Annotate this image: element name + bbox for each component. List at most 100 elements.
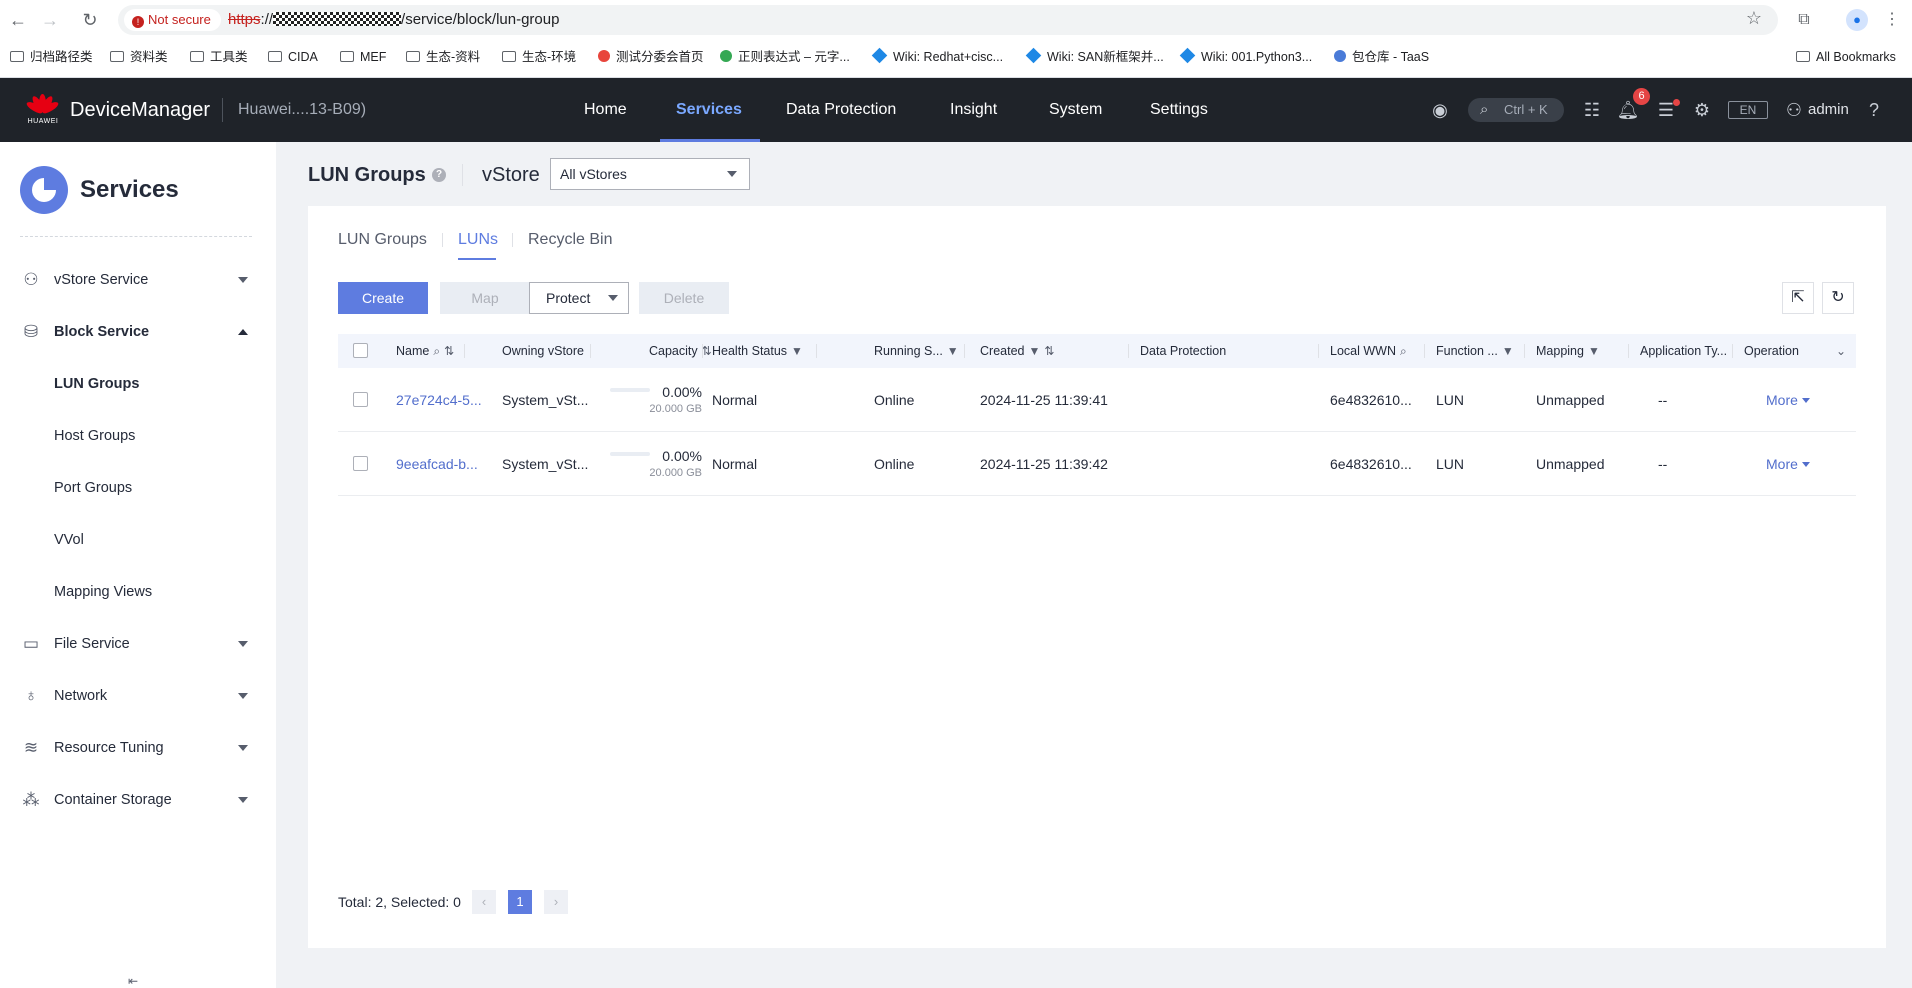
bookmark-link[interactable]: 正则表达式 – 元字... xyxy=(720,47,850,67)
sidebar-item-vvol[interactable]: VVol xyxy=(54,520,84,560)
sidebar-item-file-service[interactable]: ▭ File Service xyxy=(0,624,276,664)
sidebar-item-resource-tuning[interactable]: ≋ Resource Tuning xyxy=(0,728,276,768)
bookmark-folder[interactable]: 工具类 xyxy=(190,47,248,67)
sort-icon[interactable]: ⇅ xyxy=(702,344,712,358)
lun-name-link[interactable]: 9eeafcad-b... xyxy=(396,432,478,496)
select-all-checkbox[interactable] xyxy=(353,343,368,358)
collapse-sidebar-icon[interactable]: ⇤ xyxy=(128,974,138,988)
bookmark-link[interactable]: 测试分委会首页 xyxy=(598,47,704,67)
warning-icon: ! xyxy=(132,16,144,28)
protect-dropdown[interactable]: Protect xyxy=(529,282,629,314)
tab-luns[interactable]: LUNs xyxy=(458,228,498,252)
page-title: LUN Groups xyxy=(308,164,426,186)
filter-icon[interactable]: ▼ xyxy=(1588,344,1600,358)
bookmark-folder[interactable]: 资料类 xyxy=(110,47,168,67)
col-health-status[interactable]: Health Status ▼ xyxy=(712,334,803,368)
col-created[interactable]: Created ▼ ⇅ xyxy=(980,334,1054,368)
column-settings-icon[interactable]: ⌄ xyxy=(1836,334,1846,368)
refresh-icon[interactable]: ↻ xyxy=(1822,282,1854,314)
row-checkbox[interactable] xyxy=(353,392,368,407)
url-text[interactable]: https:///service/block/lun-group xyxy=(228,5,559,35)
menu-dots-icon[interactable]: ⋮ xyxy=(1880,8,1904,32)
tab-active-indicator xyxy=(458,258,496,260)
nav-home[interactable]: Home xyxy=(584,78,627,142)
language-switch[interactable]: EN xyxy=(1728,101,1768,119)
export-icon[interactable]: ⇱ xyxy=(1782,282,1814,314)
sidebar-item-network[interactable]: ♁ Network xyxy=(0,676,276,716)
sidebar-item-mapping-views[interactable]: Mapping Views xyxy=(54,572,152,612)
sidebar-item-vstore-service[interactable]: ⚇ vStore Service xyxy=(0,260,276,300)
bookmark-folder[interactable]: 生态-环境 xyxy=(502,47,576,67)
help-icon[interactable]: ? xyxy=(432,168,446,182)
filter-icon[interactable]: ▼ xyxy=(947,344,959,358)
filter-icon[interactable]: ▼ xyxy=(1502,344,1514,358)
search-icon: ⌕ xyxy=(1480,101,1489,118)
more-menu[interactable]: More xyxy=(1766,368,1810,432)
filter-icon[interactable]: ▼ xyxy=(791,344,803,358)
bookmark-folder[interactable]: CIDA xyxy=(268,47,318,67)
col-data-protection: Data Protection xyxy=(1140,344,1227,358)
sidebar-item-host-groups[interactable]: Host Groups xyxy=(54,416,135,456)
nav-services[interactable]: Services xyxy=(676,78,742,142)
sidebar-item-lun-groups[interactable]: LUN Groups xyxy=(54,364,139,404)
tab-recycle-bin[interactable]: Recycle Bin xyxy=(528,228,612,252)
nav-data-protection[interactable]: Data Protection xyxy=(786,78,896,142)
total-count: Total: 2, Selected: 0 xyxy=(338,894,461,910)
prev-page-icon[interactable]: ‹ xyxy=(472,890,496,914)
global-search[interactable]: ⌕ Ctrl + K xyxy=(1468,98,1564,122)
notification-badge: 6 xyxy=(1633,88,1650,105)
profile-avatar-icon[interactable]: ● xyxy=(1846,9,1868,31)
bookmark-folder[interactable]: MEF xyxy=(340,47,386,67)
forward-icon[interactable]: → xyxy=(38,8,62,32)
device-name[interactable]: Huawei....13-B09) xyxy=(238,78,366,142)
sidebar-item-container-storage[interactable]: ⁂ Container Storage xyxy=(0,780,276,820)
nav-insight[interactable]: Insight xyxy=(950,78,997,142)
bookmark-link[interactable]: 包仓库 - TaaS xyxy=(1334,47,1429,67)
col-mapping[interactable]: Mapping ▼ xyxy=(1536,334,1600,368)
gear-icon[interactable]: ⚙ xyxy=(1690,98,1714,122)
lun-name-link[interactable]: 27e724c4-5... xyxy=(396,368,482,432)
bookmark-folder[interactable]: 归档路径类 xyxy=(10,47,93,67)
sidebar-item-port-groups[interactable]: Port Groups xyxy=(54,468,132,508)
back-icon[interactable]: ← xyxy=(6,8,30,32)
filter-icon[interactable]: ▼ xyxy=(1028,344,1040,358)
bookmark-link[interactable]: Wiki: SAN新框架并... xyxy=(1025,47,1164,67)
sort-icon[interactable]: ⇅ xyxy=(444,344,454,358)
not-secure-chip[interactable]: ! Not secure xyxy=(124,9,221,31)
assistant-icon[interactable]: ◉ xyxy=(1428,98,1452,122)
reload-icon[interactable]: ↻ xyxy=(78,8,102,32)
vstore-select[interactable]: All vStores xyxy=(550,158,750,190)
table-row[interactable]: 9eeafcad-b... System_vSt... 0.00% 20.000… xyxy=(338,432,1856,496)
nav-settings[interactable]: Settings xyxy=(1150,78,1208,142)
huawei-logo[interactable]: HUAWEI xyxy=(22,90,64,128)
user-name[interactable]: admin xyxy=(1808,78,1849,142)
col-name[interactable]: Name ⌕ ⇅ xyxy=(396,334,454,368)
function-type: LUN xyxy=(1436,392,1465,408)
col-running-status[interactable]: Running S... ▼ xyxy=(874,334,959,368)
create-button[interactable]: Create xyxy=(338,282,428,314)
map-button[interactable]: Map xyxy=(440,282,530,314)
bookmark-link[interactable]: Wiki: Redhat+cisc... xyxy=(871,47,1003,67)
tab-lun-groups[interactable]: LUN Groups xyxy=(338,228,427,252)
col-local-wwn[interactable]: Local WWN ⌕ xyxy=(1330,334,1407,368)
sidebar-item-block-service[interactable]: ⛁ Block Service xyxy=(0,312,276,352)
table-row[interactable]: 27e724c4-5... System_vSt... 0.00% 20.000… xyxy=(338,368,1856,432)
task-icon[interactable]: ☷ xyxy=(1580,98,1604,122)
extensions-icon[interactable]: ⧉ xyxy=(1792,8,1816,32)
search-icon[interactable]: ⌕ xyxy=(433,344,440,358)
bookmark-star-icon[interactable]: ☆ xyxy=(1746,8,1762,29)
search-icon[interactable]: ⌕ xyxy=(1400,344,1407,358)
page-number[interactable]: 1 xyxy=(508,890,532,914)
delete-button[interactable]: Delete xyxy=(639,282,729,314)
bookmark-link[interactable]: Wiki: 001.Python3... xyxy=(1179,47,1312,67)
bookmark-folder[interactable]: 生态-资料 xyxy=(406,47,480,67)
next-page-icon[interactable]: › xyxy=(544,890,568,914)
more-menu[interactable]: More xyxy=(1766,432,1810,496)
row-checkbox[interactable] xyxy=(353,456,368,471)
nav-system[interactable]: System xyxy=(1049,78,1102,142)
col-function-type[interactable]: Function ... ▼ xyxy=(1436,334,1514,368)
all-bookmarks[interactable]: All Bookmarks xyxy=(1796,47,1896,67)
sort-icon[interactable]: ⇅ xyxy=(1044,344,1054,358)
address-bar[interactable]: ! Not secure https:///service/block/lun-g… xyxy=(118,5,1778,35)
help-icon[interactable]: ? xyxy=(1862,98,1886,122)
